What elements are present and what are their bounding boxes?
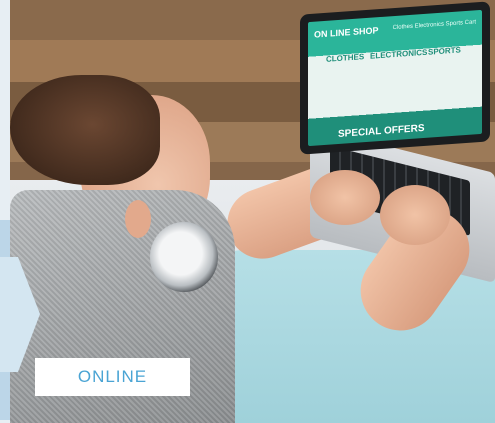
special-offers-banner: SPECIAL OFFERS — [338, 122, 425, 140]
headphones — [150, 222, 218, 292]
left-hand — [310, 170, 380, 225]
shop-nav: Clothes Electronics Sports Cart — [392, 19, 476, 32]
hair — [10, 75, 160, 185]
photo-frame: ON LINE SHOP Clothes Electronics Sports … — [0, 0, 495, 423]
shop-webpage: ON LINE SHOP Clothes Electronics Sports … — [308, 9, 482, 147]
category-sports: SPORTS — [428, 45, 461, 57]
shop-title: ON LINE SHOP — [314, 25, 379, 40]
category-clothes: CLOTHES — [326, 52, 365, 64]
online-label: ONLINE — [77, 367, 148, 386]
online-badge: ONLINE — [35, 358, 190, 396]
laptop-screen: ON LINE SHOP Clothes Electronics Sports … — [300, 1, 490, 155]
chevron-right-icon — [0, 257, 40, 372]
category-electronics: ELECTRONICS — [370, 47, 428, 61]
right-hand — [380, 185, 450, 245]
ear — [125, 200, 151, 238]
